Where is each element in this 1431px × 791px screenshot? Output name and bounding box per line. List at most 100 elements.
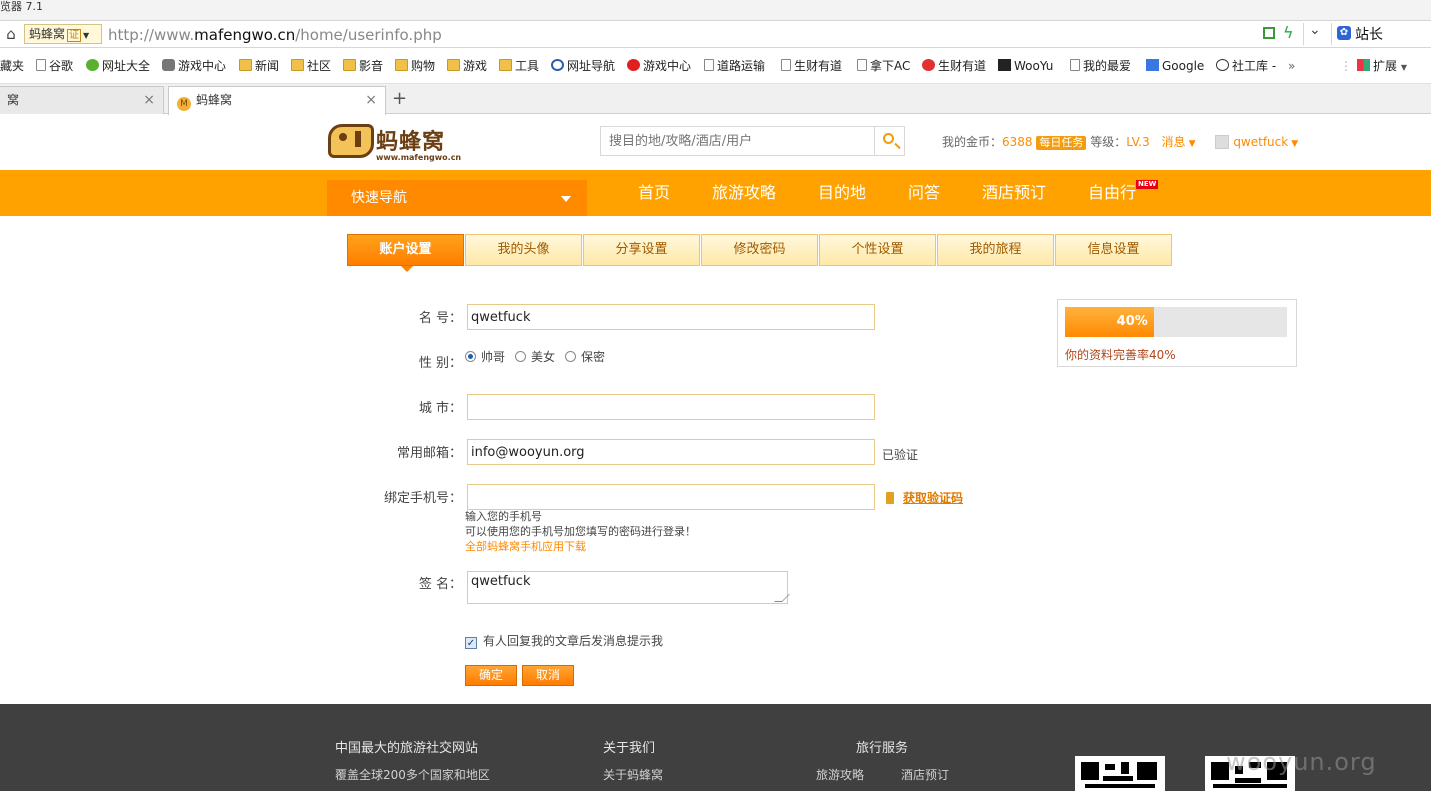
nav-qa[interactable]: 问答 (908, 182, 940, 204)
tab-change-password[interactable]: 修改密码 (701, 234, 818, 266)
checkbox-label: 有人回复我的文章后发消息提示我 (483, 634, 664, 648)
nav-travel-guides[interactable]: 旅游攻略 (712, 182, 776, 204)
close-icon[interactable]: × (143, 87, 155, 113)
resize-grip-icon[interactable] (774, 594, 790, 602)
email-verified-status: 已验证 (882, 448, 919, 462)
search-input[interactable] (601, 127, 873, 155)
email-field[interactable] (467, 439, 875, 465)
extensions-button[interactable]: 扩展 ▼ (1357, 58, 1407, 76)
cert-icon: 证 (67, 29, 82, 42)
signature-textarea[interactable]: qwetfuck (467, 571, 790, 604)
active-tab-pointer (401, 266, 413, 272)
close-icon[interactable]: × (365, 87, 377, 113)
site-search (600, 126, 905, 156)
name-field[interactable] (467, 304, 875, 330)
url-field[interactable]: http://www.mafengwo.cn/home/userinfo.php (108, 25, 442, 45)
bookmark-item[interactable]: 生财有道 (922, 58, 986, 74)
phone-field[interactable] (467, 484, 875, 510)
more-bookmarks-button[interactable]: » (1288, 58, 1295, 74)
nav-home[interactable]: 首页 (638, 182, 670, 204)
qr-code-icon[interactable] (1263, 27, 1275, 39)
bookmark-item[interactable]: 购物 (395, 58, 435, 74)
cancel-button[interactable]: 取消 (522, 665, 574, 686)
bookmark-item[interactable]: 网址导航 (551, 58, 615, 74)
tab-my-avatar[interactable]: 我的头像 (465, 234, 582, 266)
divider (1303, 23, 1304, 45)
gender-radio-female[interactable]: 美女 (515, 350, 555, 364)
level-value[interactable]: LV.3 (1126, 135, 1149, 149)
messages-menu[interactable]: 消息 ▼ (1162, 135, 1196, 149)
new-tab-button[interactable]: + (392, 90, 407, 108)
caret-down-icon: ▼ (1188, 139, 1196, 149)
bookmark-item[interactable]: 游戏 (447, 58, 487, 74)
home-icon[interactable]: ⌂ (2, 25, 20, 43)
bookmark-item[interactable]: 工具 (499, 58, 539, 74)
bookmark-item[interactable]: 生财有道 (781, 58, 842, 74)
bookmark-item[interactable]: 我的最爱 (1070, 58, 1131, 74)
nav-free-travel[interactable]: 自由行 (1088, 182, 1136, 204)
mobile-phone-icon (886, 492, 894, 504)
get-verification-code-link[interactable]: 获取验证码 (886, 489, 963, 506)
tab-account-settings[interactable]: 账户设置 (347, 234, 464, 266)
page-icon (781, 59, 791, 71)
signature-text: qwetfuck (471, 574, 531, 589)
tab-my-trips[interactable]: 我的旅程 (937, 234, 1054, 266)
chevron-down-icon[interactable]: ⌄ (1309, 22, 1321, 38)
bookmark-item[interactable]: 道路运输 (704, 58, 765, 74)
name-label: 名 号： (418, 311, 462, 326)
bookmark-item[interactable]: 新闻 (239, 58, 279, 74)
search-button[interactable] (874, 127, 904, 155)
window-title: 览器 7.1 (0, 0, 43, 13)
tab-share-settings[interactable]: 分享设置 (583, 234, 700, 266)
bookmark-item[interactable]: 社区 (291, 58, 331, 74)
webmaster-tools-label[interactable]: 站长 (1355, 24, 1383, 44)
bookmark-item[interactable]: 网址大全 (86, 58, 150, 74)
gender-radio-secret[interactable]: 保密 (565, 350, 605, 364)
bookmark-item[interactable]: 拿下AC (857, 58, 910, 74)
bookmark-item[interactable]: 谷歌 (36, 58, 73, 74)
footer-guides-link[interactable]: 旅游攻略 (816, 766, 864, 783)
globe-icon (86, 59, 99, 71)
folder-icon (447, 59, 460, 71)
notify-on-reply-checkbox[interactable]: ✓ 有人回复我的文章后发消息提示我 (465, 634, 663, 649)
avatar[interactable] (1215, 135, 1230, 149)
nav-hotel-booking[interactable]: 酒店预订 (982, 182, 1046, 204)
tab-label: 蚂蜂窝 (196, 93, 233, 107)
tab-message-settings[interactable]: 信息设置 (1055, 234, 1172, 266)
browser-tab-active[interactable]: M 蚂蜂窝 × (168, 86, 386, 115)
search-icon (883, 133, 894, 144)
coins-value[interactable]: 6388 (1002, 135, 1033, 149)
bookmark-item[interactable]: 影音 (343, 58, 383, 74)
gender-radio-male[interactable]: 帅哥 (465, 350, 505, 364)
browser-tab[interactable]: 窝 × (0, 86, 164, 114)
quick-nav-dropdown[interactable]: 快速导航 (327, 180, 587, 216)
nav-destinations[interactable]: 目的地 (818, 182, 866, 204)
checkbox-checked-icon: ✓ (465, 637, 477, 649)
footer-about-link[interactable]: 关于蚂蜂窝 (603, 766, 663, 783)
chevron-down-icon: ▼ (1400, 63, 1407, 72)
bookmark-item[interactable]: 社工库 - (1216, 58, 1276, 74)
lightning-icon[interactable]: ϟ (1283, 23, 1294, 42)
mobile-app-download-link[interactable]: 全部蚂蜂窝手机应用下载 (465, 539, 586, 554)
radio-selected-icon (465, 351, 476, 362)
bookmark-item[interactable]: WooYu (998, 58, 1053, 74)
daily-task-badge[interactable]: 每日任务 (1036, 136, 1087, 150)
progress-track: 40% (1065, 307, 1287, 337)
user-menu[interactable]: qwetfuck ▼ (1233, 135, 1298, 149)
main-nav: 快速导航 首页 旅游攻略 目的地 问答 酒店预订 自由行 (0, 170, 1431, 216)
tab-personal-settings[interactable]: 个性设置 (819, 234, 936, 266)
baidu-paw-icon[interactable]: ✿ (1337, 26, 1351, 40)
site-identity-badge[interactable]: 蚂蜂窝证 ▼ (24, 24, 102, 44)
bookmark-item[interactable]: 游戏中心 (627, 58, 691, 74)
confirm-button[interactable]: 确定 (465, 665, 517, 686)
city-field[interactable] (467, 394, 875, 420)
site-logo[interactable]: 蚂蜂窝 www.mafengwo.cn (326, 120, 461, 166)
footer-hotel-link[interactable]: 酒店预订 (901, 766, 949, 783)
footer-about-title: 关于我们 (603, 741, 656, 756)
logo-domain: www.mafengwo.cn (376, 153, 462, 162)
tab-label: 窝 (7, 93, 20, 107)
phone-login-hint: 可以使用您的手机号加您填写的密码进行登录！ (465, 525, 696, 538)
bookmark-item[interactable]: 游戏中心 (162, 58, 226, 74)
bookmark-item[interactable]: Google (1146, 58, 1204, 74)
bookmark-item[interactable]: 藏夹 (0, 58, 24, 74)
